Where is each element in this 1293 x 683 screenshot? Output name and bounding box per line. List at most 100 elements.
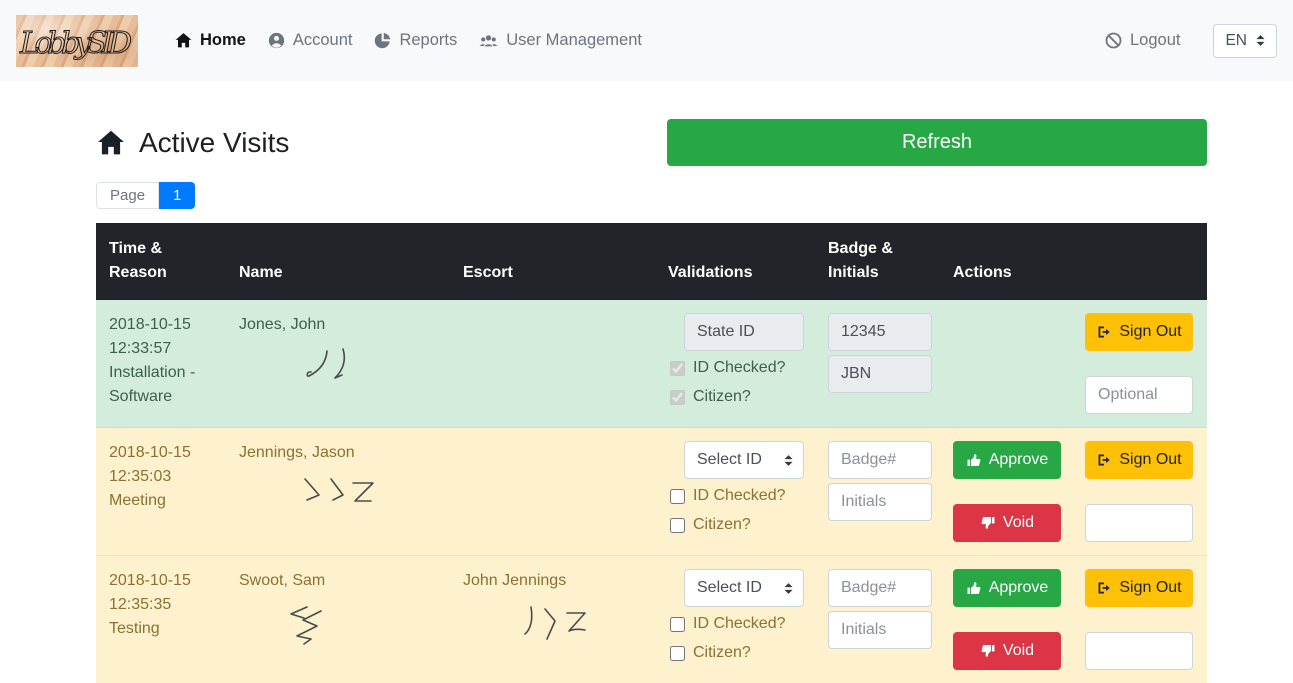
- badge-initials-cell: [815, 556, 940, 683]
- chevrons-updown-icon: [784, 455, 793, 466]
- initials-input[interactable]: [828, 355, 932, 393]
- nav-item-user-management[interactable]: User Management: [468, 23, 653, 58]
- col-badge-initials: Badge & Initials: [815, 223, 940, 300]
- citizen-checkbox[interactable]: [670, 390, 685, 405]
- main-nav: Home Account Reports: [164, 23, 653, 58]
- visit-reason: Meeting: [109, 489, 213, 513]
- visitor-name: Jones, John: [239, 316, 325, 333]
- nav-item-home[interactable]: Home: [164, 23, 257, 58]
- home-icon: [175, 32, 192, 49]
- sign-out-icon: [1096, 452, 1112, 468]
- thumbs-up-icon: [966, 452, 982, 468]
- badge-initials-cell: [815, 428, 940, 556]
- navbar-right: Logout EN: [1094, 23, 1277, 58]
- thumbs-up-icon: [966, 580, 982, 596]
- void-button[interactable]: Void: [953, 632, 1061, 670]
- escort-name: John Jennings: [463, 572, 566, 589]
- name-cell: Jennings, Jason: [226, 428, 450, 556]
- visit-time: 12:35:35: [109, 593, 213, 617]
- visit-reason: Installation - Software: [109, 361, 213, 409]
- visitor-name: Jennings, Jason: [239, 444, 355, 461]
- approve-label: Approve: [989, 451, 1049, 469]
- validations-cell: Select ID ID Checked? Citizen?: [655, 556, 815, 683]
- id-checked-checkbox[interactable]: [670, 361, 685, 376]
- time-reason-cell: 2018-10-15 12:35:03 Meeting: [96, 428, 226, 556]
- ban-icon: [1105, 32, 1122, 49]
- visitor-signature: [283, 601, 343, 651]
- col-actions: Actions: [940, 223, 1207, 300]
- brand-logo-text: LobbySID: [16, 15, 138, 67]
- page-title-text: Active Visits: [139, 127, 289, 159]
- chevrons-updown-icon: [1256, 35, 1265, 46]
- col-escort: Escort: [450, 223, 655, 300]
- sign-out-button[interactable]: Sign Out: [1085, 441, 1193, 479]
- badge-input[interactable]: [828, 569, 932, 607]
- sign-out-label: Sign Out: [1119, 579, 1181, 597]
- validations-cell: Select ID ID Checked? Citizen?: [655, 428, 815, 556]
- users-icon: [479, 32, 498, 49]
- time-reason-cell: 2018-10-15 12:35:35 Testing: [96, 556, 226, 683]
- id-checked-line: ID Checked?: [668, 612, 802, 636]
- visit-row: 2018-10-15 12:35:35 Testing Swoot, Sam J…: [96, 556, 1207, 683]
- escort-cell: John Jennings: [450, 556, 655, 683]
- signout-note-input[interactable]: [1085, 376, 1193, 414]
- visit-date: 2018-10-15: [109, 569, 213, 593]
- citizen-line: Citizen?: [668, 641, 802, 665]
- active-visits-table: Time & Reason Name Escort Validations Ba…: [96, 223, 1207, 683]
- visitor-signature: [297, 345, 367, 395]
- initials-input[interactable]: [828, 611, 932, 649]
- id-checked-label: ID Checked?: [693, 484, 786, 508]
- id-checked-checkbox[interactable]: [670, 617, 685, 632]
- badge-input[interactable]: [828, 441, 932, 479]
- nav-label: Home: [200, 31, 246, 50]
- citizen-label: Citizen?: [693, 385, 751, 409]
- id-checked-label: ID Checked?: [693, 356, 786, 380]
- initials-input[interactable]: [828, 483, 932, 521]
- id-type-input[interactable]: [684, 313, 804, 351]
- approve-label: Approve: [989, 579, 1049, 597]
- name-cell: Swoot, Sam: [226, 556, 450, 683]
- void-button[interactable]: Void: [953, 504, 1061, 542]
- sign-out-button[interactable]: Sign Out: [1085, 569, 1193, 607]
- citizen-line: Citizen?: [668, 513, 802, 537]
- void-label: Void: [1003, 514, 1034, 532]
- id-type-select[interactable]: Select ID: [684, 569, 804, 607]
- escort-cell: [450, 428, 655, 556]
- signout-note-input[interactable]: [1085, 504, 1193, 542]
- user-circle-icon: [268, 32, 285, 49]
- citizen-line: Citizen?: [668, 385, 802, 409]
- visitor-name: Swoot, Sam: [239, 572, 325, 589]
- signout-note-input[interactable]: [1085, 632, 1193, 670]
- badge-initials-cell: [815, 300, 940, 428]
- refresh-button[interactable]: Refresh: [667, 119, 1207, 166]
- nav-item-account[interactable]: Account: [257, 23, 364, 58]
- page-label-button[interactable]: Page: [96, 182, 159, 209]
- brand-logo[interactable]: LobbySID: [16, 15, 138, 67]
- nav-label: Account: [293, 31, 353, 50]
- sign-out-label: Sign Out: [1119, 323, 1181, 341]
- time-reason-cell: 2018-10-15 12:33:57 Installation - Softw…: [96, 300, 226, 428]
- actions-cell: Approve Sign Out: [940, 556, 1207, 683]
- col-name: Name: [226, 223, 450, 300]
- id-checked-label: ID Checked?: [693, 612, 786, 636]
- chevrons-updown-icon: [784, 583, 793, 594]
- id-checked-checkbox[interactable]: [670, 489, 685, 504]
- approve-button[interactable]: Approve: [953, 569, 1061, 607]
- pagination: Page 1: [96, 182, 1207, 209]
- col-time-reason: Time & Reason: [96, 223, 226, 300]
- nav-item-reports[interactable]: Reports: [363, 23, 468, 58]
- svg-text:LobbySID: LobbySID: [19, 26, 132, 61]
- citizen-checkbox[interactable]: [670, 646, 685, 661]
- approve-button[interactable]: Approve: [953, 441, 1061, 479]
- page-number-button[interactable]: 1: [159, 182, 195, 209]
- sign-out-button[interactable]: Sign Out: [1085, 313, 1193, 351]
- badge-input[interactable]: [828, 313, 932, 351]
- actions-cell: Approve Sign Out: [940, 428, 1207, 556]
- citizen-checkbox[interactable]: [670, 518, 685, 533]
- table-header-row: Time & Reason Name Escort Validations Ba…: [96, 223, 1207, 300]
- logout-button[interactable]: Logout: [1094, 23, 1191, 58]
- language-select[interactable]: EN: [1213, 24, 1277, 58]
- id-type-select[interactable]: Select ID: [684, 441, 804, 479]
- home-icon: [96, 129, 126, 157]
- escort-cell: [450, 300, 655, 428]
